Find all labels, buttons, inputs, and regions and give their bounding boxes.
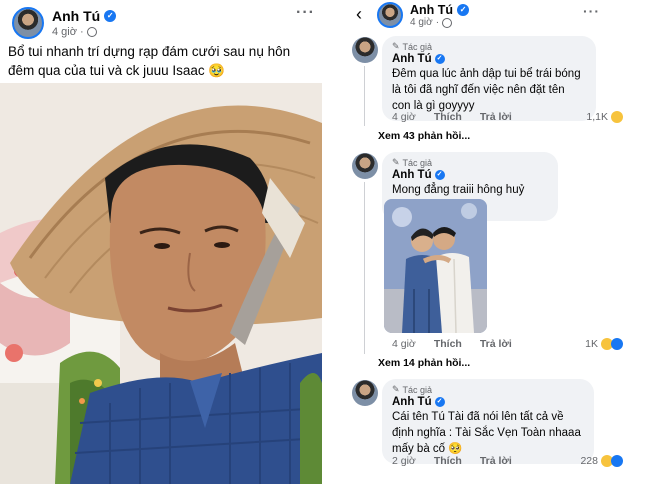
post-time[interactable]: 4 giờ <box>52 26 77 38</box>
verified-badge-icon: ✓ <box>434 397 445 407</box>
reply-button[interactable]: Trả lời <box>480 455 512 467</box>
thread-line <box>364 66 365 126</box>
haha-reaction-icon <box>611 111 623 123</box>
thread-line <box>364 182 365 354</box>
like-button[interactable]: Thích <box>434 455 462 467</box>
verified-badge-icon: ✓ <box>457 4 470 16</box>
reaction-count[interactable]: 1K <box>585 338 623 350</box>
comment-avatar[interactable] <box>352 153 378 179</box>
verified-badge-icon: ✓ <box>104 10 117 22</box>
author-tag: ✎ Tác giả <box>392 157 433 168</box>
comment-avatar[interactable] <box>352 380 378 406</box>
comment-author[interactable]: Anh Tú <box>392 53 432 65</box>
panel-divider <box>325 0 335 484</box>
reply-button[interactable]: Trả lời <box>480 111 512 123</box>
post-more-icon[interactable]: ··· <box>296 4 315 22</box>
comment-text: Cái tên Tú Tài đã nói lên tất cả về định… <box>392 411 581 455</box>
view-replies-link[interactable]: Xem 14 phản hồi... <box>378 357 470 369</box>
comment-bubble: ✎ Tác giả Anh Tú ✓ Cái tên Tú Tài đã nói l… <box>382 379 594 464</box>
comment-author-row: Anh Tú ✓ <box>392 169 548 181</box>
header-author-name[interactable]: Anh Tú <box>410 3 453 17</box>
comment-time: 2 giờ <box>392 455 416 467</box>
like-reaction-icon <box>611 338 623 350</box>
post-caption: Bổ tui nhanh trí dựng rạp đám cưới sau n… <box>8 44 291 78</box>
author-tag: ✎ Tác giả <box>392 41 433 52</box>
like-reaction-icon <box>611 455 623 467</box>
comment-photo[interactable] <box>384 199 487 333</box>
comment-avatar[interactable] <box>352 37 378 63</box>
like-button[interactable]: Thích <box>434 111 462 123</box>
view-replies-link[interactable]: Xem 43 phản hồi... <box>378 130 470 142</box>
reaction-count[interactable]: 228 <box>580 455 623 467</box>
pen-icon: ✎ <box>392 384 400 394</box>
comment-author-row: Anh Tú ✓ <box>392 396 584 408</box>
globe-icon <box>442 17 453 28</box>
comment-photo-illustration <box>384 199 487 333</box>
reaction-count[interactable]: 1,1K <box>586 111 623 123</box>
comment-text: Đêm qua lúc ảnh dập tui bể trái bóng là … <box>392 68 581 112</box>
like-button[interactable]: Thích <box>434 338 462 350</box>
header-avatar[interactable] <box>377 2 403 28</box>
comment-author-row: Anh Tú ✓ <box>392 53 586 65</box>
header-meta: 4 giờ · <box>410 17 453 28</box>
globe-icon <box>86 27 97 37</box>
comment-actions: 2 giờ Thích Trả lời <box>392 455 512 467</box>
pen-icon: ✎ <box>392 41 400 51</box>
comment-author[interactable]: Anh Tú <box>392 169 432 181</box>
back-arrow-icon[interactable]: ‹ <box>356 4 362 25</box>
header-name-row: Anh Tú ✓ <box>410 3 470 17</box>
comment-actions: 4 giờ Thích Trả lời <box>392 111 512 123</box>
post-meta: 4 giờ · <box>52 26 97 38</box>
post-panel: Anh Tú ✓ 4 giờ · ··· Bổ tui nhanh trí dự… <box>0 0 322 484</box>
header-more-icon[interactable]: ··· <box>583 3 600 19</box>
author-name[interactable]: Anh Tú <box>52 8 100 24</box>
comment-actions: 4 giờ Thích Trả lời <box>392 338 512 350</box>
post-photo[interactable] <box>0 83 322 484</box>
author-tag: ✎ Tác giả <box>392 384 433 395</box>
verified-badge-icon: ✓ <box>434 54 445 64</box>
comment-time: 4 giờ <box>392 338 416 350</box>
comment-time: 4 giờ <box>392 111 416 123</box>
comment-bubble: ✎ Tác giả Anh Tú ✓ Đêm qua lúc ảnh dập tui… <box>382 36 596 121</box>
comment-author[interactable]: Anh Tú <box>392 396 432 408</box>
header-time: 4 giờ <box>410 17 433 28</box>
reply-button[interactable]: Trả lời <box>480 338 512 350</box>
comments-panel: ‹ Anh Tú ✓ 4 giờ · ··· ✎ Tác giả Anh Tú ✓ … <box>338 0 645 484</box>
author-avatar[interactable] <box>12 7 44 39</box>
author-name-row: Anh Tú ✓ <box>52 8 117 24</box>
pen-icon: ✎ <box>392 157 400 167</box>
post-photo-illustration <box>0 83 322 484</box>
verified-badge-icon: ✓ <box>434 170 445 180</box>
